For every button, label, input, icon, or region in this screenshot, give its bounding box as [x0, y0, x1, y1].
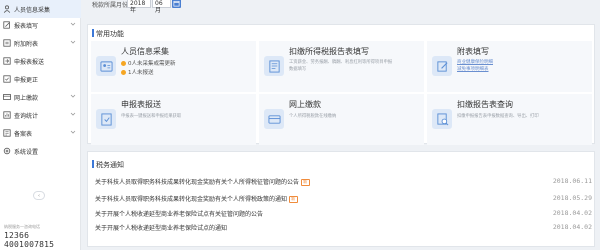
chevron-down-icon — [70, 94, 76, 98]
panel-title-accent — [92, 160, 94, 168]
sidebar-item-report-correct[interactable]: 申报更正 — [0, 70, 81, 88]
calendar-button[interactable] — [172, 0, 181, 8]
card-status-2: 1人未报送 — [121, 68, 154, 76]
attachment-icon — [3, 39, 11, 47]
month-field[interactable]: 06月 — [152, 0, 171, 14]
card-description: 申报表一键报送和申报结果获取 — [121, 114, 182, 119]
tax-period-label: 税款所属月份 — [92, 2, 129, 9]
reduction-items-link[interactable]: 减免事项明细表 — [457, 66, 489, 72]
status-dot — [121, 60, 126, 66]
card-title: 申报表报送 — [121, 100, 161, 109]
health-insurance-link[interactable]: 商业健康保险明细 — [457, 59, 493, 65]
panel-title-accent — [92, 29, 94, 37]
attachment-edit-icon — [432, 56, 452, 76]
sidebar-item-label: 人员信息采集 — [14, 6, 51, 14]
sidebar-item-system-settings[interactable]: 系统设置 — [0, 142, 81, 160]
sidebar-item-other-schedules[interactable]: 附加附表 — [0, 34, 81, 52]
common-functions-panel: 常用功能 人员信息采集 0人未采集或需更新 1人未报送 扣缴所得税报告表填写 工… — [87, 24, 595, 145]
sidebar-item-label: 系统设置 — [14, 148, 39, 156]
settings-icon — [3, 147, 11, 155]
sidebar-item-label: 附加附表 — [14, 40, 39, 48]
card-status-1: 0人未采集或需更新 — [121, 59, 176, 67]
record-icon — [3, 129, 11, 137]
tax-notices-title: 税务通知 — [96, 161, 124, 169]
sidebar-item-online-payment[interactable]: 网上缴款 — [0, 88, 81, 106]
notice-date: 2018.06.11 — [552, 177, 592, 185]
hotline-label: 纳税服务一咨询电话 — [4, 224, 40, 229]
tax-report-icon — [264, 56, 284, 76]
sidebar-item-label: 报表填写 — [14, 22, 39, 30]
notice-date: 2018.04.02 — [552, 209, 592, 217]
notice-item[interactable]: 关于科技人员取得职务科技成果转化现金奖励有关个人所得税政策的通知新 2018.0… — [95, 194, 598, 204]
chevron-down-icon — [70, 130, 76, 134]
notice-item[interactable]: 关于开展个人税收递延型商业养老保险试点的通知 2018.04.02 — [95, 223, 598, 233]
card-description: 数据填写 — [289, 67, 307, 72]
chevron-down-icon — [70, 40, 76, 44]
year-unit: 年 — [130, 7, 137, 14]
card-online-payment[interactable]: 网上缴款 个人所得税税款在线缴纳 — [259, 94, 424, 145]
card-description: 工资薪金、劳务报酬、稿酬、利息红利等所得项目申报 — [289, 60, 393, 65]
notice-item[interactable]: 关于科技人员取得职务科技成果转化现金奖励有关个人所得税征管问题的公告新 2018… — [95, 177, 598, 187]
month-value: 06 — [155, 0, 163, 7]
notice-title: 关于开展个人税收递延型商业养老保险试点的通知 — [95, 225, 228, 232]
notice-text-wrap: 关于科技人员取得职务科技成果转化现金奖励有关个人所得税政策的通知新 — [95, 194, 298, 203]
notice-title: 关于科技人员取得职务科技成果转化现金奖励有关个人所得税政策的通知 — [95, 196, 288, 203]
card-schedule-fill[interactable]: 附表填写 商业健康保险明细 减免事项明细表 — [427, 41, 592, 92]
notice-item[interactable]: 关于开展个人税收递延型商业养老保险试点有关征管问题的公告 2018.04.02 — [95, 209, 598, 219]
notice-date: 2018.04.02 — [552, 223, 592, 231]
report-query-icon — [432, 109, 452, 129]
month-unit: 月 — [155, 7, 162, 14]
sidebar-item-query-stats[interactable]: 查询统计 — [0, 106, 81, 124]
card-description: 个人所得税税款在线缴纳 — [289, 114, 337, 119]
card-title: 附表填写 — [457, 47, 489, 56]
edit-icon — [3, 21, 11, 29]
sidebar-item-label: 查询统计 — [14, 112, 39, 120]
notice-text-wrap: 关于科技人员取得职务科技成果转化现金奖励有关个人所得税征管问题的公告新 — [95, 177, 310, 186]
new-badge: 新 — [301, 179, 310, 186]
send-icon — [3, 57, 11, 65]
chevron-down-icon — [70, 22, 76, 26]
hotline-number-1: 12366 — [4, 231, 30, 240]
chevron-down-icon — [70, 112, 76, 116]
sidebar-item-label: 申报更正 — [14, 76, 39, 84]
sidebar-item-report-submit[interactable]: 申报表报送 — [0, 52, 81, 70]
payment-icon — [3, 93, 11, 101]
notice-title: 关于科技人员取得职务科技成果转化现金奖励有关个人所得税征管问题的公告 — [95, 179, 300, 186]
card-personnel-info[interactable]: 人员信息采集 0人未采集或需更新 1人未报送 — [91, 41, 256, 92]
person-card-icon — [96, 56, 116, 76]
person-icon — [3, 5, 11, 13]
year-value: 2018 — [130, 0, 146, 7]
notice-title: 关于开展个人税收递延型商业养老保险试点有关征管问题的公告 — [95, 211, 264, 218]
year-field[interactable]: 2018年 — [127, 0, 151, 14]
sidebar-collapse-button[interactable]: ‹ — [33, 191, 45, 200]
new-badge: 新 — [289, 196, 298, 203]
card-withholding-report-fill[interactable]: 扣缴所得税报告表填写 工资薪金、劳务报酬、稿酬、利息红利等所得项目申报 数据填写 — [259, 41, 424, 92]
hotline-number-2: 4001007815 — [4, 240, 55, 249]
correct-icon — [3, 75, 11, 83]
card-report-submit[interactable]: 申报表报送 申报表一键报送和申报结果获取 — [91, 94, 256, 145]
sidebar-item-label: 网上缴款 — [14, 94, 39, 102]
common-functions-title: 常用功能 — [96, 30, 124, 38]
submit-icon — [96, 109, 116, 129]
status-dot — [121, 69, 126, 75]
status-text: 0人未采集或需更新 — [128, 61, 176, 67]
card-title: 网上缴款 — [289, 100, 321, 109]
sidebar: 人员信息采集 报表填写 附加附表 申报表报送 申报更正 网上缴款 查询统计 备案… — [0, 0, 81, 250]
card-report-query[interactable]: 扣缴报告表查询 扣缴申报报告表申报数据查询、导出、打印 — [427, 94, 592, 145]
sidebar-item-label: 申报表报送 — [14, 58, 45, 66]
notice-date: 2018.05.29 — [552, 194, 592, 202]
card-description: 扣缴申报报告表申报数据查询、导出、打印 — [457, 114, 539, 119]
sidebar-item-report-fill[interactable]: 报表填写 — [0, 16, 81, 34]
sidebar-item-record-table[interactable]: 备案表 — [0, 124, 81, 142]
calendar-icon — [173, 0, 180, 7]
card-title: 扣缴所得税报告表填写 — [289, 47, 369, 56]
card-title: 扣缴报告表查询 — [457, 100, 513, 109]
chevron-left-icon: ‹ — [38, 192, 40, 199]
online-pay-icon — [264, 109, 284, 129]
status-text: 1人未报送 — [128, 70, 154, 76]
query-icon — [3, 111, 11, 119]
card-title: 人员信息采集 — [121, 47, 169, 56]
sidebar-item-label: 备案表 — [14, 130, 33, 138]
